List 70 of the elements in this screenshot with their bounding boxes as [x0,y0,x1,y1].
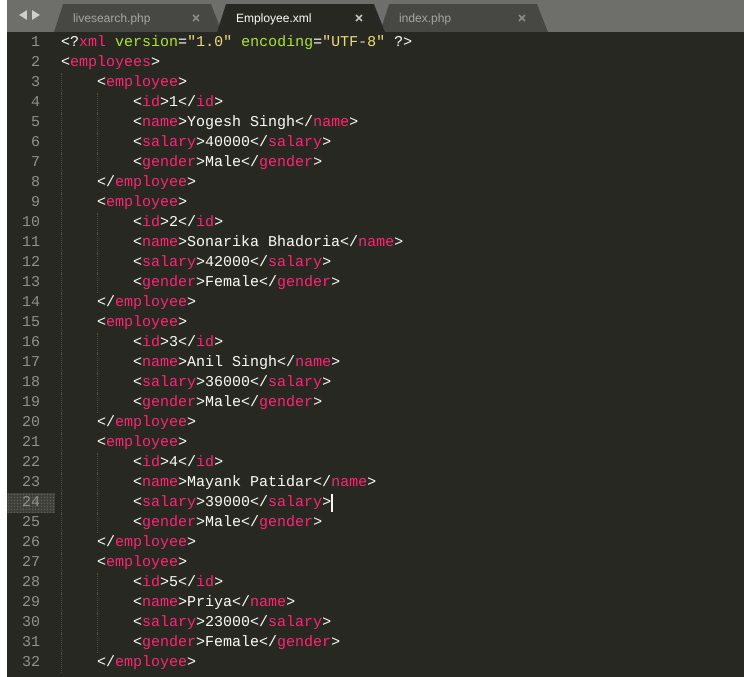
code-line: <gender>Female</gender> [133,273,340,293]
line-number: 12 [20,253,41,273]
code-line: <name>Anil Singh</name> [133,353,340,373]
line-number: 16 [20,333,41,353]
line-number: 3 [30,73,41,93]
code-line: <id>3</id> [133,333,224,353]
code-line: </employee> [97,293,196,313]
line-number: 14 [20,293,41,313]
code-line: <salary>42000</salary> [133,253,332,273]
code-line: <employees> [61,53,160,73]
line-number: 31 [20,633,41,653]
code-line: <name>Mayank Patidar</name> [133,473,376,493]
code-line: <id>4</id> [133,453,224,473]
code-line: <gender>Male</gender> [133,153,322,173]
code-line: <id>1</id> [133,93,224,113]
tab[interactable]: Employee.xml [217,4,385,32]
line-number: 15 [20,313,41,333]
line-number: 27 [20,553,41,573]
code-line: </employee> [97,653,196,673]
code-line: <id>5</id> [133,573,224,593]
code-line: <name>Sonarika Bhadoria</name> [133,233,404,253]
line-number: 8 [30,173,41,193]
line-number: 7 [30,153,41,173]
line-number: 11 [20,233,41,253]
code-line: <salary>36000</salary> [133,373,332,393]
line-number: 32 [20,653,41,673]
line-number: 25 [20,513,41,533]
line-number: 4 [30,93,41,113]
close-icon[interactable] [355,14,363,22]
line-number: 26 [20,533,41,553]
arrow-right-icon[interactable] [32,10,40,20]
code-line: <employee> [97,553,188,573]
line-number: 19 [20,393,41,413]
line-number: 13 [20,273,41,293]
line-number: 29 [20,593,41,613]
code-line: </employee> [97,413,196,433]
code-line: <employee> [97,193,188,213]
code-line: <gender>Male</gender> [133,513,322,533]
code-line: <?xml version="1.0" encoding="UTF-8" ?> [61,33,412,53]
line-number: 28 [20,573,41,593]
code-line: <id>2</id> [133,213,224,233]
code-line: </employee> [97,533,196,553]
code-line: <name>Yogesh Singh</name> [133,113,358,133]
code-line: <employee> [97,433,188,453]
tab[interactable]: index.php [380,4,548,32]
line-number: 24 [7,493,55,513]
line-number: 1 [30,33,41,53]
line-number: 17 [20,353,41,373]
line-number: 9 [30,193,41,213]
line-number: 5 [30,113,41,133]
line-number: 2 [30,53,41,73]
line-number: 10 [20,213,41,233]
line-number: 23 [20,473,41,493]
code-line: <employee> [97,313,188,333]
code-line: <name>Priya</name> [133,593,296,613]
arrow-left-icon[interactable] [19,10,27,20]
code-line: <employee> [97,73,188,93]
line-number: 6 [30,133,41,153]
code-line: <salary>40000</salary> [133,133,332,153]
line-number: 18 [20,373,41,393]
line-number: 22 [20,453,41,473]
line-number: 21 [20,433,41,453]
code-line: </employee> [97,173,196,193]
line-number: 20 [20,413,41,433]
tab[interactable]: livesearch.php [54,4,222,32]
line-number: 30 [20,613,41,633]
code-line: <gender>Male</gender> [133,393,322,413]
code-line: <salary>39000</salary> [133,493,332,513]
code-line: <salary>23000</salary> [133,613,332,633]
code-line: <gender>Female</gender> [133,633,340,653]
